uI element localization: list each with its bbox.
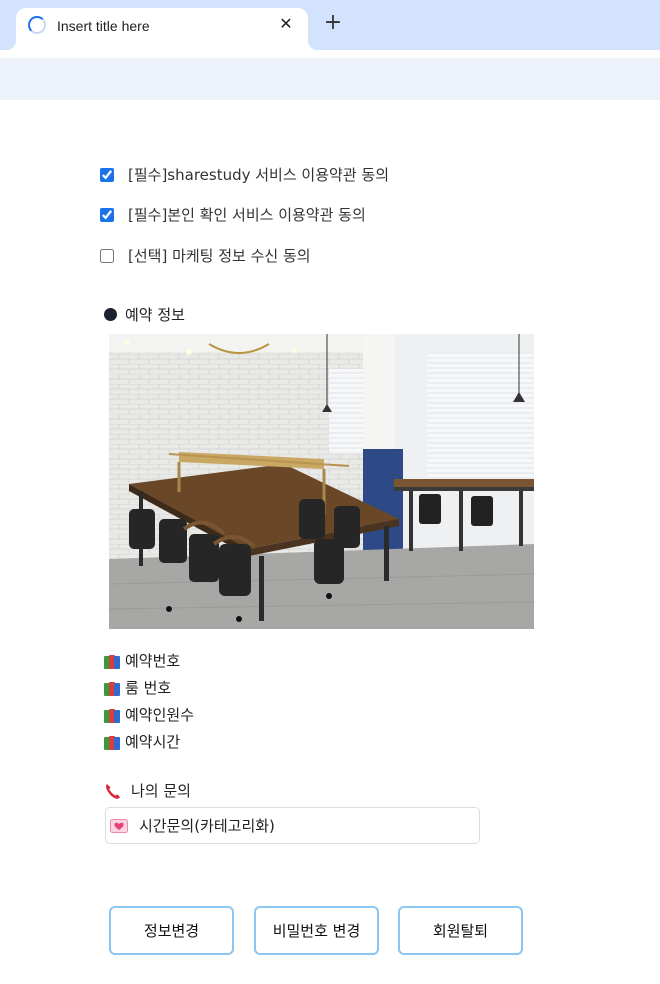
study-room-photo [109,334,534,629]
list-item: 예약인원수 [104,702,194,729]
inquiry-item[interactable]: 시간문의(카테고리화) [105,807,480,844]
books-icon [104,654,122,670]
reservation-number-label: 예약번호 [125,652,181,670]
black-circle-icon [104,308,117,321]
close-tab-icon[interactable]: ✕ [276,14,296,34]
withdraw-button[interactable]: 회원탈퇴 [398,906,523,955]
change-password-button[interactable]: 비밀번호 변경 [254,906,379,955]
new-tab-icon[interactable]: + [322,12,344,34]
agreement-checkbox-service[interactable] [100,167,114,182]
room-number-label: 룸 번호 [125,679,172,697]
tab-title: Insert title here [57,18,150,34]
edit-info-button[interactable]: 정보변경 [109,906,234,955]
reservation-headcount-label: 예약인원수 [125,706,195,724]
books-icon [104,681,122,697]
agreement-label-marketing: [선택] 마케팅 정보 수신 동의 [128,247,311,265]
agreement-marketing[interactable]: [선택] 마케팅 정보 수신 동의 [100,245,311,266]
agreement-identity-terms[interactable]: [필수]본인 확인 서비스 이용약관 동의 [100,204,366,225]
inquiry-section-title: 나의 문의 [104,780,191,801]
reservation-time-label: 예약시간 [125,733,181,751]
reservation-section-title: 예약 정보 [104,304,185,325]
inquiry-title: 나의 문의 [131,782,191,800]
agreement-service-terms[interactable]: [필수]sharestudy 서비스 이용약관 동의 [100,164,389,185]
list-item: 룸 번호 [104,675,194,702]
agreement-label-service: [필수]sharestudy 서비스 이용약관 동의 [128,166,389,184]
tab-strip: Insert title here ✕ + [0,0,660,50]
list-item: 예약번호 [104,648,194,675]
telephone-icon [106,783,120,799]
list-item: 예약시간 [104,729,194,756]
heart-icon [110,818,128,833]
reservation-title: 예약 정보 [125,306,185,324]
reservation-info-list: 예약번호 룸 번호 예약인원수 예약시간 [104,648,194,756]
agreement-label-identity: [필수]본인 확인 서비스 이용약관 동의 [128,206,366,224]
books-icon [104,708,122,724]
browser-tab[interactable]: Insert title here ✕ [6,8,318,50]
inquiry-text: 시간문의(카테고리화) [139,817,275,835]
loading-spinner-icon [28,16,46,34]
browser-toolbar [0,58,660,100]
agreement-checkbox-identity[interactable] [100,207,114,222]
books-icon [104,735,122,751]
agreement-checkbox-marketing[interactable] [100,248,114,263]
